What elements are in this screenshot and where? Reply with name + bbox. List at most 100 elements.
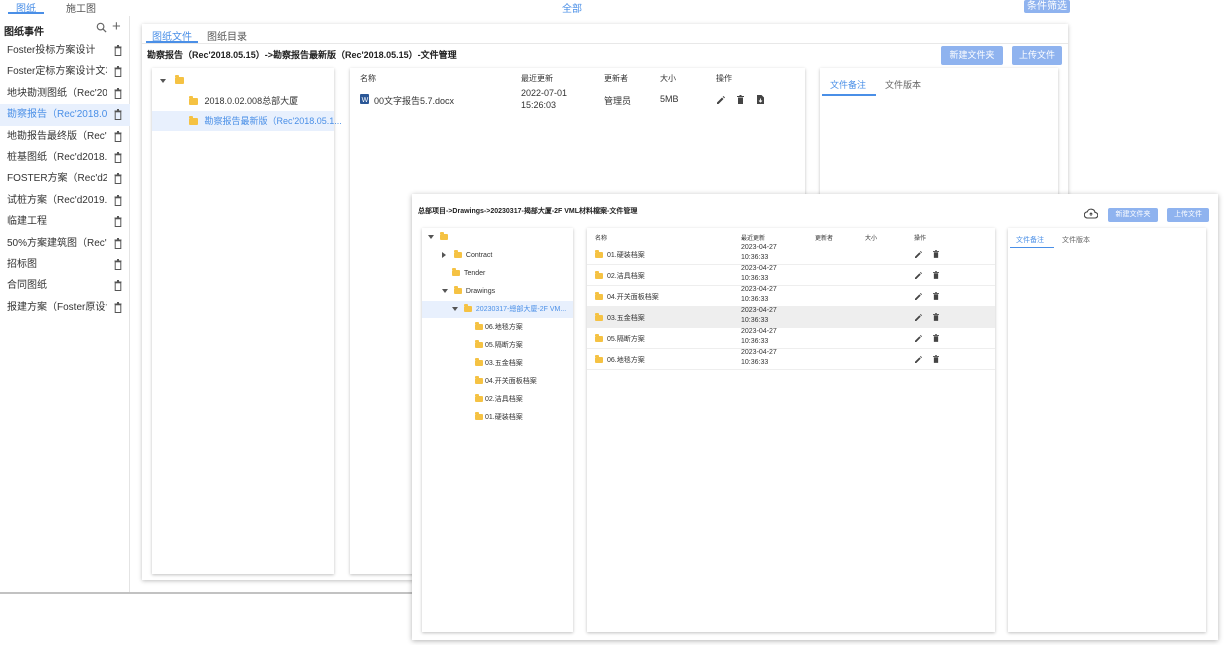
edit-icon[interactable] <box>915 251 922 258</box>
sidebar-item[interactable]: 报建方案（Foster原设计） <box>0 297 130 318</box>
tree-node[interactable]: 03.五金档案 <box>422 355 573 372</box>
tab-file-version[interactable]: 文件版本 <box>1062 235 1090 245</box>
sidebar-item[interactable]: Foster定标方案设计文本（ <box>0 61 130 82</box>
tree-node-selected[interactable]: 勘察报告最新版（Rec'2018.05.1... <box>152 111 342 131</box>
sidebar-item[interactable]: 地块勘测图纸（Rec'2018.0 <box>0 83 130 104</box>
tree-node[interactable]: 06.地毯方案 <box>422 319 573 336</box>
tree-node[interactable]: Contract <box>422 247 573 264</box>
condition-filter-button[interactable]: 条件筛选 <box>1024 0 1070 13</box>
all-filter-label[interactable]: 全部 <box>562 0 582 15</box>
col-size[interactable]: 大小 <box>660 73 676 84</box>
trash-icon[interactable] <box>114 301 122 313</box>
tab-file-notes[interactable]: 文件备注 <box>830 78 866 91</box>
file-name[interactable]: 06.地毯方案 <box>607 355 645 365</box>
upload-file-button[interactable]: 上传文件 <box>1012 46 1062 65</box>
tree-node[interactable]: 2018.0.02.008总部大厦 <box>152 91 334 111</box>
sidebar-item[interactable]: 50%方案建筑图（Rec'd201 <box>0 233 130 254</box>
table-row-hovered[interactable]: 03.五金档案 2023-04-27 10:36:33 <box>587 307 995 328</box>
col-name[interactable]: 名称 <box>360 73 376 84</box>
trash-icon[interactable] <box>114 280 122 292</box>
tree-node[interactable]: 04.开关面板档案 <box>422 373 573 390</box>
file-name[interactable]: 01.硬装档案 <box>607 250 645 260</box>
file-name[interactable]: 04.开关面板档案 <box>607 292 659 302</box>
col-updated[interactable]: 最近更新 <box>521 73 553 84</box>
col-updated[interactable]: 最近更新 <box>741 233 765 242</box>
sidebar-item[interactable]: 试桩方案（Rec'd2019.03.1 <box>0 190 130 211</box>
sidebar-item[interactable]: Foster投标方案设计 <box>0 40 130 61</box>
caret-down-icon[interactable] <box>160 78 166 83</box>
cloud-upload-icon[interactable] <box>1084 208 1098 219</box>
delete-icon[interactable] <box>933 271 939 279</box>
file-name[interactable]: 05.隔断方案 <box>607 334 645 344</box>
trash-icon[interactable] <box>114 258 122 270</box>
file-name[interactable]: 00文字报告5.7.docx <box>374 94 454 107</box>
caret-down-icon[interactable] <box>442 289 448 294</box>
file-name[interactable]: 02.洁具档案 <box>607 271 645 281</box>
table-row[interactable]: 05.隔断方案 2023-04-27 10:36:33 <box>587 328 995 349</box>
tab-file-version[interactable]: 文件版本 <box>885 78 921 91</box>
trash-icon[interactable] <box>114 66 122 78</box>
delete-icon[interactable] <box>933 334 939 342</box>
table-row[interactable]: 02.洁具档案 2023-04-27 10:36:33 <box>587 265 995 286</box>
tab-construction[interactable]: 施工图 <box>66 0 96 15</box>
sidebar-item[interactable]: FOSTER方案（Rec'd2019.0 <box>0 168 130 189</box>
caret-down-icon[interactable] <box>428 235 434 240</box>
svg-text:W: W <box>362 97 369 104</box>
trash-icon[interactable] <box>114 151 122 163</box>
sidebar-item[interactable]: 桩基图纸（Rec'd2018.07.0 <box>0 147 130 168</box>
tree-node[interactable]: 01.硬装档案 <box>422 409 573 426</box>
caret-right-icon[interactable] <box>442 252 446 259</box>
tree-root[interactable] <box>152 70 334 90</box>
edit-icon[interactable] <box>915 314 922 321</box>
add-icon[interactable]: + <box>112 19 121 34</box>
trash-icon[interactable] <box>114 109 122 121</box>
edit-icon[interactable] <box>915 293 922 300</box>
trash-icon[interactable] <box>114 87 122 99</box>
col-name[interactable]: 名称 <box>595 233 607 242</box>
sidebar-item[interactable]: 地勘报告最终版（Rec'2018 <box>0 126 130 147</box>
tree-node[interactable]: 02.洁具档案 <box>422 391 573 408</box>
sidebar-item[interactable]: 临建工程 <box>0 211 130 232</box>
upload-file-button[interactable]: 上传文件 <box>1167 208 1209 222</box>
download-icon[interactable] <box>757 95 764 104</box>
sidebar-item-active[interactable]: 勘察报告（Rec'2018.05.15 <box>0 104 130 126</box>
trash-icon[interactable] <box>114 194 122 206</box>
file-name[interactable]: 03.五金档案 <box>607 313 645 323</box>
edit-icon[interactable] <box>915 356 922 363</box>
edit-icon[interactable] <box>717 96 725 104</box>
delete-icon[interactable] <box>737 95 744 104</box>
col-updater[interactable]: 更新者 <box>604 73 628 84</box>
folder-icon <box>595 334 603 342</box>
trash-icon[interactable] <box>114 130 122 142</box>
delete-icon[interactable] <box>933 250 939 258</box>
col-updater[interactable]: 更新者 <box>815 233 833 242</box>
tab-drawing-catalog[interactable]: 图纸目录 <box>207 28 247 43</box>
delete-icon[interactable] <box>933 355 939 363</box>
sidebar-item[interactable]: 招标图 <box>0 254 130 275</box>
delete-icon[interactable] <box>933 313 939 321</box>
tree-node[interactable]: 05.隔断方案 <box>422 337 573 354</box>
tree-node[interactable]: Tender <box>422 265 573 282</box>
new-folder-button[interactable]: 新建文件夹 <box>941 46 1003 65</box>
delete-icon[interactable] <box>933 292 939 300</box>
table-row[interactable]: 06.地毯方案 2023-04-27 10:36:33 <box>587 349 995 370</box>
table-row[interactable]: 04.开关面板档案 2023-04-27 10:36:33 <box>587 286 995 307</box>
caret-down-icon[interactable] <box>452 307 458 312</box>
table-row[interactable]: 01.硬装档案 2023-04-27 10:36:33 <box>587 244 995 265</box>
trash-icon[interactable] <box>114 237 122 249</box>
new-folder-button[interactable]: 新建文件夹 <box>1108 208 1158 222</box>
edit-icon[interactable] <box>915 335 922 342</box>
trash-icon[interactable] <box>114 216 122 228</box>
col-size[interactable]: 大小 <box>865 233 877 242</box>
tab-file-notes[interactable]: 文件备注 <box>1016 235 1044 245</box>
folder-icon <box>475 394 483 403</box>
tree-node-selected[interactable]: 20230317-總部大廈-2F VM... <box>422 301 573 318</box>
tree-root[interactable] <box>422 229 573 246</box>
trash-icon[interactable] <box>114 45 122 56</box>
sidebar-item[interactable]: 合同图纸 <box>0 275 130 296</box>
search-icon[interactable] <box>96 22 107 33</box>
folder-icon <box>595 355 603 363</box>
edit-icon[interactable] <box>915 272 922 279</box>
tree-node[interactable]: Drawings <box>422 283 573 300</box>
trash-icon[interactable] <box>114 173 122 185</box>
